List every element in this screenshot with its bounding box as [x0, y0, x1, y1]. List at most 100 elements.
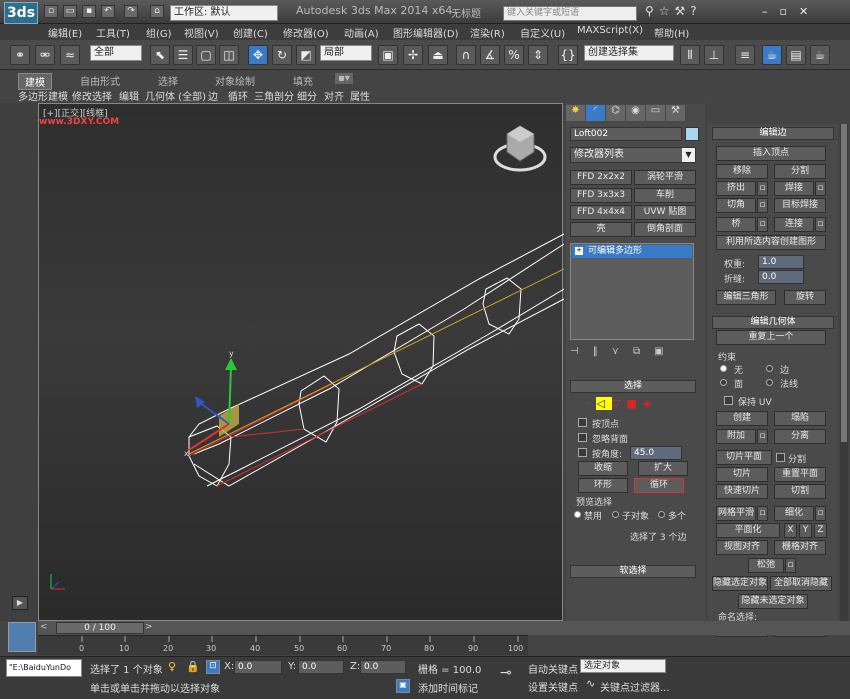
expand-plus-icon[interactable]: + — [575, 247, 583, 255]
ribbon-edit[interactable]: 编辑 — [119, 88, 139, 103]
create-tab-icon[interactable]: ✸ — [566, 105, 585, 121]
bridge-button[interactable]: 桥 — [716, 217, 756, 232]
by-angle-checkbox[interactable] — [578, 448, 587, 457]
align-icon[interactable]: ⊥ — [704, 45, 724, 65]
angle-snap-icon[interactable]: ∡ — [480, 45, 500, 65]
menu-customize[interactable]: 自定义(U) — [520, 25, 565, 40]
shrink-button[interactable]: 收缩 — [578, 461, 628, 476]
set-key-button[interactable]: 设置关键点 — [528, 679, 578, 694]
constraint-edge-radio[interactable] — [766, 365, 773, 372]
target-weld-button[interactable]: 目标焊接 — [774, 198, 826, 213]
extrude-settings-icon[interactable]: ▫ — [757, 181, 768, 196]
percent-snap-icon[interactable]: % — [504, 45, 524, 65]
absolute-mode-icon[interactable]: ⊡ — [206, 660, 220, 674]
planar-z-button[interactable]: Z — [814, 523, 827, 538]
attach-settings-icon[interactable]: ▫ — [757, 429, 768, 444]
time-next-icon[interactable]: > — [145, 622, 153, 632]
unhide-all-button[interactable]: 全部取消隐藏 — [770, 576, 832, 591]
track-bar[interactable]: 0 10 20 30 40 50 60 70 80 90 100 — [38, 635, 528, 655]
add-time-tag[interactable]: 添加时间标记 — [418, 680, 478, 695]
mirror-icon[interactable]: ⫴ — [680, 45, 700, 65]
menu-modifiers[interactable]: 修改器(O) — [283, 25, 329, 40]
chamfer-settings-icon[interactable]: ▫ — [757, 198, 768, 213]
ribbon-align[interactable]: 对齐 — [324, 88, 344, 103]
connect-button[interactable]: 连接 — [774, 217, 814, 232]
menu-group[interactable]: 组(G) — [146, 25, 172, 40]
undo-icon[interactable]: ↶ — [101, 5, 115, 18]
menu-create[interactable]: 创建(C) — [233, 25, 268, 40]
attach-button[interactable]: 附加 — [716, 429, 756, 444]
tab-selection[interactable]: 选择 — [158, 73, 178, 88]
crease-field[interactable]: 0.0 — [758, 270, 804, 284]
slice-button[interactable]: 切片 — [716, 467, 768, 482]
turn-button[interactable]: 旋转 — [784, 290, 826, 305]
preview-off-radio[interactable] — [574, 511, 581, 518]
window-crossing-icon[interactable]: ◫ — [219, 45, 239, 65]
time-slider[interactable]: 0 / 100 < > — [38, 621, 850, 635]
ribbon-geometry-all[interactable]: 几何体 (全部) — [145, 88, 206, 103]
ribbon-tris[interactable]: 三角剖分 — [254, 88, 294, 103]
search-input[interactable]: 键入关键字或短语 — [503, 6, 637, 21]
tab-freeform[interactable]: 自由形式 — [80, 73, 120, 88]
selection-region-icon[interactable]: ▢ — [196, 45, 216, 65]
select-by-name-icon[interactable]: ☰ — [173, 45, 193, 65]
ribbon-subdivision[interactable]: 细分 — [297, 88, 317, 103]
extrude-button[interactable]: 挤出 — [716, 181, 756, 196]
constraint-face-radio[interactable] — [720, 379, 727, 386]
create-button[interactable]: 创建 — [716, 411, 768, 426]
mod-ffd2[interactable]: FFD 2x2x2 — [570, 170, 632, 185]
lock-selection-icon[interactable]: 🔒 — [186, 660, 200, 673]
preview-multi-radio[interactable] — [658, 511, 665, 518]
workspace-dropdown[interactable]: 工作区: 默认 — [170, 5, 278, 21]
menu-views[interactable]: 视图(V) — [184, 25, 219, 40]
insert-vertex-button[interactable]: 插入顶点 — [716, 146, 826, 161]
repeat-last-button[interactable]: 重复上一个 — [716, 330, 826, 345]
selection-title[interactable]: 选择 — [570, 380, 696, 393]
keyboard-shortcut-icon[interactable]: ⏏ — [428, 45, 448, 65]
infocenter-icons[interactable]: ⚲☆⚒? — [645, 4, 702, 18]
slice-plane-button[interactable]: 切片平面 — [716, 450, 772, 465]
constraint-normal-radio[interactable] — [766, 379, 773, 386]
render-setup-icon[interactable]: ☕ — [762, 45, 782, 65]
x-field[interactable]: 0.0 — [234, 660, 282, 674]
edit-geometry-title[interactable]: 编辑几何体 — [712, 316, 834, 329]
preserve-uv-checkbox[interactable] — [724, 396, 733, 405]
select-manipulate-icon[interactable]: ✢ — [403, 45, 423, 65]
grow-button[interactable]: 扩大 — [638, 461, 688, 476]
menu-edit[interactable]: 编辑(E) — [48, 25, 82, 40]
auto-key-button[interactable]: 自动关键点 — [528, 661, 578, 676]
subobject-level-icons[interactable]: ·◁▽■◈ — [586, 397, 696, 411]
reference-coordinate-dropdown[interactable]: 局部 — [320, 45, 372, 61]
tab-populate[interactable]: 填充 — [293, 73, 313, 88]
key-mode-dropdown[interactable]: 选定对象 — [580, 659, 666, 673]
scale-icon[interactable]: ◩ — [296, 45, 316, 65]
named-selection-dropdown[interactable]: 创建选择集 — [584, 45, 674, 61]
relax-button[interactable]: 松弛 — [748, 558, 784, 573]
time-prev-icon[interactable]: < — [40, 622, 48, 632]
make-planar-button[interactable]: 平面化 — [716, 523, 780, 538]
pivot-center-icon[interactable]: ▣ — [378, 45, 398, 65]
window-controls[interactable]: –▫✕ — [762, 5, 842, 20]
stack-tools[interactable]: ⊣‖⋎⧉▣ — [570, 346, 696, 360]
motion-tab-icon[interactable]: ◉ — [626, 105, 645, 121]
app-logo[interactable]: 3ds — [4, 2, 38, 24]
rotate-icon[interactable]: ↻ — [272, 45, 292, 65]
selection-filter-dropdown[interactable]: 全部 — [90, 45, 142, 61]
split-checkbox[interactable] — [776, 453, 785, 462]
create-shape-button[interactable]: 利用所选内容创建图形 — [716, 235, 826, 250]
mini-listener-icon[interactable] — [8, 622, 36, 652]
soft-selection-title[interactable]: 软选择 — [570, 565, 696, 578]
new-icon[interactable]: ▫ — [44, 5, 58, 18]
menu-tools[interactable]: 工具(T) — [96, 25, 130, 40]
modifier-stack[interactable]: 可编辑多边形 + — [570, 243, 694, 340]
maxscript-listener[interactable]: "E:\BaiduYunDo — [6, 659, 82, 677]
preview-subobj-radio[interactable] — [612, 511, 619, 518]
mod-bevel-profile[interactable]: 倒角剖面 — [634, 222, 696, 237]
meshsmooth-settings-icon[interactable]: ▫ — [757, 506, 768, 521]
ribbon-options-icon[interactable]: ▪▾ — [335, 73, 353, 84]
view-align-button[interactable]: 视图对齐 — [716, 540, 768, 555]
tab-object-paint[interactable]: 对象绘制 — [215, 73, 255, 88]
redo-icon[interactable]: ↷ — [124, 5, 138, 18]
ribbon-loops[interactable]: 循环 — [228, 88, 248, 103]
weld-settings-icon[interactable]: ▫ — [815, 181, 826, 196]
